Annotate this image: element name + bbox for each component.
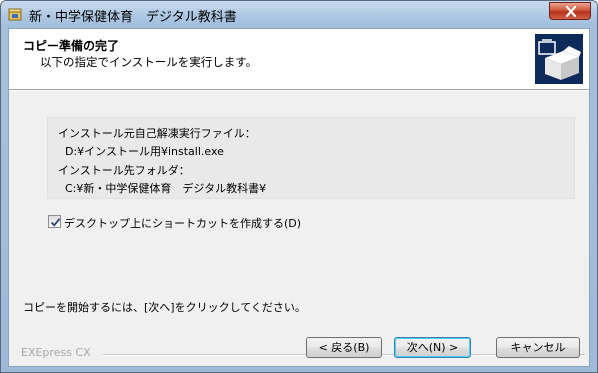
close-button[interactable] bbox=[549, 2, 591, 20]
title-bar[interactable]: 新・中学保健体育 デジタル教科書 bbox=[1, 1, 597, 27]
destination-value: C:¥新・中学保健体育 デジタル教科書¥ bbox=[65, 182, 267, 195]
page-subtitle: 以下の指定でインストールを実行します。 bbox=[40, 55, 258, 69]
page-title: コピー準備の完了 bbox=[23, 39, 120, 53]
installer-app-icon bbox=[7, 6, 23, 22]
wizard-header: コピー準備の完了 以下の指定でインストールを実行します。 bbox=[9, 29, 589, 90]
cancel-button[interactable]: キャンセル bbox=[496, 337, 580, 358]
header-divider bbox=[9, 90, 589, 91]
install-info-box: インストール元自己解凍実行ファイル： D:¥インストール用¥install.ex… bbox=[47, 117, 575, 199]
brand-label: EXEpress CX bbox=[21, 346, 91, 359]
window-title: 新・中学保健体育 デジタル教科書 bbox=[29, 10, 237, 25]
shortcut-checkbox[interactable] bbox=[48, 215, 61, 228]
source-value: D:¥インストール用¥install.exe bbox=[65, 145, 224, 158]
back-button[interactable]: < 戻る(B) bbox=[306, 337, 382, 358]
shortcut-label[interactable]: デスクトップ上にショートカットを作成する(D) bbox=[64, 215, 301, 231]
next-button[interactable]: 次へ(N) > bbox=[394, 337, 471, 358]
close-icon bbox=[565, 6, 577, 17]
destination-label: インストール先フォルダ： bbox=[58, 164, 190, 177]
installer-window: 新・中学保健体育 デジタル教科書 コピー準備の完了 以下の指定でインストールを実… bbox=[0, 0, 598, 373]
checkmark-icon bbox=[50, 218, 61, 227]
instruction-text: コピーを開始するには、[次へ]をクリックしてください。 bbox=[23, 301, 306, 314]
dialog-client-area: コピー準備の完了 以下の指定でインストールを実行します。 インストール元自己解凍… bbox=[8, 28, 590, 367]
source-label: インストール元自己解凍実行ファイル： bbox=[58, 127, 256, 140]
box-computer-icon bbox=[535, 34, 583, 84]
